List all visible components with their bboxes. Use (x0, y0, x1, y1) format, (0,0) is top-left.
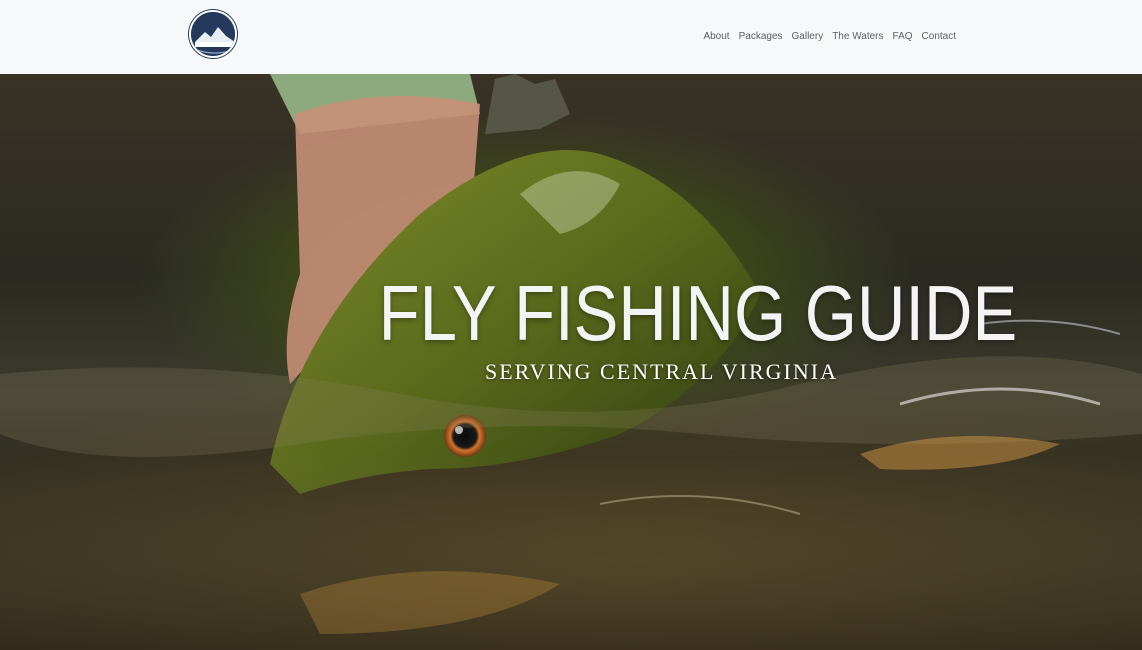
hero-title: FLY FISHING GUIDE (378, 269, 1018, 357)
logo[interactable] (189, 10, 237, 58)
main-nav: About Packages Gallery The Waters FAQ Co… (703, 31, 956, 42)
hero-section: FLY FISHING GUIDE SERVING CENTRAL VIRGIN… (0, 74, 1142, 650)
nav-gallery[interactable]: Gallery (792, 31, 824, 42)
nav-about[interactable]: About (703, 31, 729, 42)
nav-faq[interactable]: FAQ (893, 31, 913, 42)
nav-the-waters[interactable]: The Waters (832, 31, 883, 42)
nav-contact[interactable]: Contact (922, 31, 956, 42)
nav-packages[interactable]: Packages (739, 31, 783, 42)
site-header: About Packages Gallery The Waters FAQ Co… (0, 0, 1142, 74)
hero-subtitle: SERVING CENTRAL VIRGINIA (484, 359, 838, 384)
mountain-logo-icon (191, 12, 235, 56)
